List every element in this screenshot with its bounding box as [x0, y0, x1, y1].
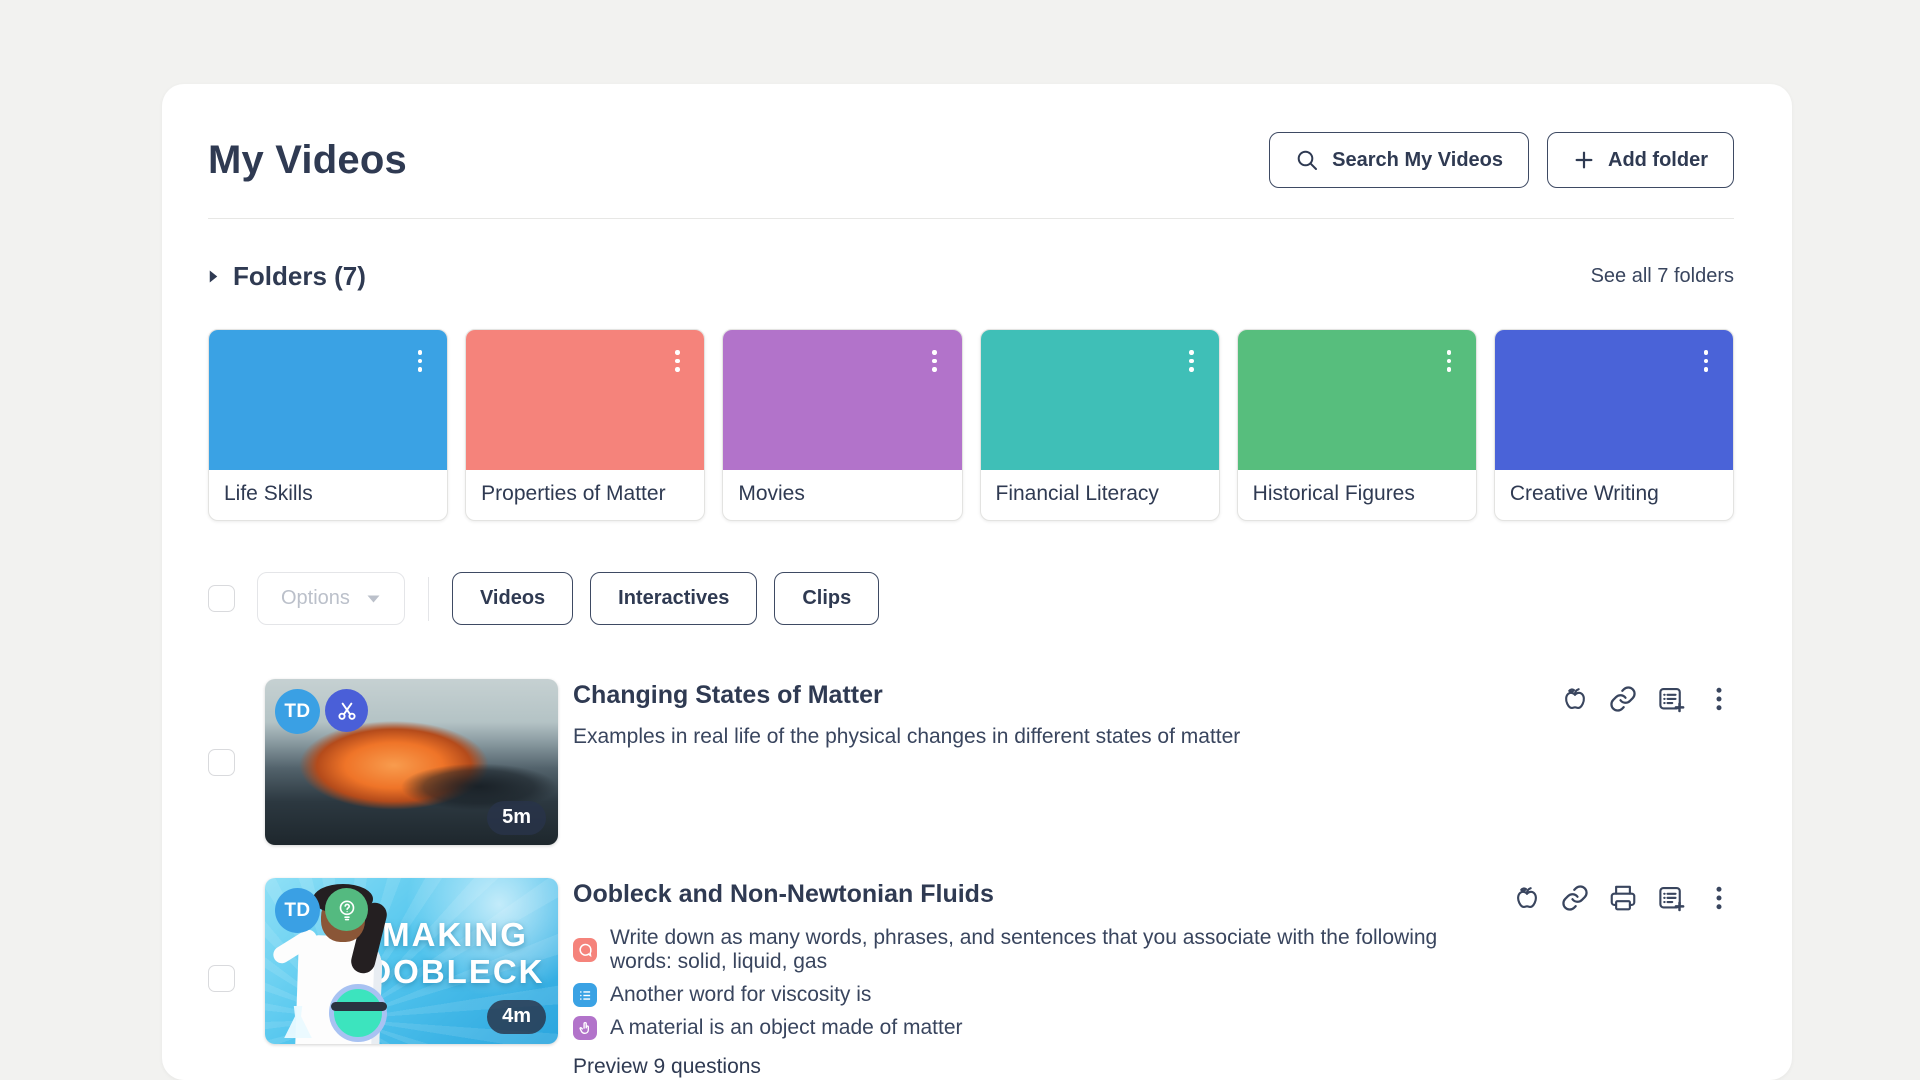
folder-kebab-menu[interactable] — [407, 346, 433, 376]
video-list: TD 5m Changing States of Matter Examples… — [208, 679, 1734, 1080]
folder-name: Creative Writing — [1495, 470, 1733, 520]
folder-color-block — [1238, 330, 1476, 470]
video-title[interactable]: Oobleck and Non-Newtonian Fluids — [573, 880, 1503, 909]
folder-name: Life Skills — [209, 470, 447, 520]
folder-grid: Life Skills Properties of Matter Movies … — [208, 329, 1734, 521]
assign-apple-icon[interactable] — [1512, 883, 1542, 913]
duration-badge: 5m — [487, 801, 546, 835]
video-actions — [1560, 679, 1734, 845]
folder-color-block — [1495, 330, 1733, 470]
copy-link-icon[interactable] — [1560, 883, 1590, 913]
folder-name: Movies — [723, 470, 961, 520]
question-line: A material is an object made of matter — [573, 1016, 1503, 1040]
assign-apple-icon[interactable] — [1560, 684, 1590, 714]
folder-color-block — [981, 330, 1219, 470]
more-options-kebab-icon[interactable] — [1704, 684, 1734, 714]
video-title[interactable]: Changing States of Matter — [573, 681, 1240, 710]
video-thumbnail[interactable]: TD 5m — [265, 679, 558, 845]
question-text: Write down as many words, phrases, and s… — [610, 926, 1503, 974]
add-to-playlist-icon[interactable] — [1656, 883, 1686, 913]
question-line: Write down as many words, phrases, and s… — [573, 926, 1503, 974]
folder-card[interactable]: Properties of Matter — [465, 329, 705, 521]
folder-color-block — [723, 330, 961, 470]
duration-badge: 4m — [487, 1000, 546, 1034]
thumbnail-badges: TD — [275, 689, 368, 734]
folder-kebab-menu[interactable] — [1179, 346, 1205, 376]
owner-initials: TD — [284, 701, 310, 723]
scissors-clip-badge — [325, 689, 368, 732]
add-folder-label: Add folder — [1608, 149, 1708, 172]
print-icon[interactable] — [1608, 883, 1638, 913]
preview-questions-link[interactable]: Preview 9 questions — [573, 1055, 1503, 1079]
tab-clips[interactable]: Clips — [774, 572, 879, 625]
folder-name: Financial Literacy — [981, 470, 1219, 520]
video-thumbnail[interactable]: MAKING OOBLECK TD 4m — [265, 878, 558, 1044]
add-folder-button[interactable]: Add folder — [1547, 132, 1734, 188]
video-actions — [1512, 878, 1734, 1079]
header-divider — [208, 218, 1734, 219]
multiple-choice-question-icon — [573, 983, 597, 1007]
folder-card[interactable]: Life Skills — [208, 329, 448, 521]
see-all-folders-link[interactable]: See all 7 folders — [1591, 265, 1734, 288]
interactive-question-icon — [573, 1016, 597, 1040]
question-text: Another word for viscosity is — [610, 983, 871, 1007]
thumbnail-title-text: MAKING OOBLECK — [360, 916, 550, 991]
folder-color-block — [466, 330, 704, 470]
folders-section-title: Folders (7) — [233, 261, 366, 292]
page-title: My Videos — [208, 138, 407, 183]
video-row: MAKING OOBLECK TD 4m Oobleck and Non-New… — [208, 878, 1734, 1079]
select-video-checkbox[interactable] — [208, 749, 235, 776]
options-label: Options — [281, 587, 350, 610]
folder-kebab-menu[interactable] — [922, 346, 948, 376]
search-my-videos-button[interactable]: Search My Videos — [1269, 132, 1529, 188]
folder-card[interactable]: Creative Writing — [1494, 329, 1734, 521]
header-actions: Search My Videos Add folder — [1269, 132, 1734, 188]
tab-videos[interactable]: Videos — [452, 572, 573, 625]
folder-card[interactable]: Movies — [722, 329, 962, 521]
folders-section-header: Folders (7) See all 7 folders — [208, 261, 1734, 292]
add-to-playlist-icon[interactable] — [1656, 684, 1686, 714]
tab-clips-label: Clips — [802, 587, 851, 610]
folder-card[interactable]: Historical Figures — [1237, 329, 1477, 521]
chevron-down-icon — [366, 594, 381, 604]
owner-initials: TD — [284, 900, 310, 922]
tab-videos-label: Videos — [480, 587, 545, 610]
video-description: Examples in real life of the physical ch… — [573, 725, 1240, 749]
owner-initials-badge: TD — [275, 888, 320, 933]
lightbulb-question-icon — [334, 897, 360, 923]
tab-interactives-label: Interactives — [618, 587, 729, 610]
tab-interactives[interactable]: Interactives — [590, 572, 757, 625]
folder-name: Historical Figures — [1238, 470, 1476, 520]
folder-name: Properties of Matter — [466, 470, 704, 520]
copy-link-icon[interactable] — [1608, 684, 1638, 714]
video-row: TD 5m Changing States of Matter Examples… — [208, 679, 1734, 845]
my-videos-panel: My Videos Search My Videos Add folder Fo… — [162, 84, 1792, 1080]
search-button-label: Search My Videos — [1332, 149, 1503, 172]
folder-color-block — [209, 330, 447, 470]
options-dropdown[interactable]: Options — [257, 572, 405, 625]
plus-icon — [1573, 149, 1595, 171]
select-video-checkbox[interactable] — [208, 965, 235, 992]
toolbar-divider — [428, 577, 429, 621]
page-header: My Videos Search My Videos Add folder — [208, 132, 1734, 188]
scissors-icon — [335, 699, 359, 723]
select-all-checkbox[interactable] — [208, 585, 235, 612]
folder-kebab-menu[interactable] — [664, 346, 690, 376]
owner-initials-badge: TD — [275, 689, 320, 734]
filter-toolbar: Options Videos Interactives Clips — [208, 572, 1734, 625]
search-icon — [1295, 148, 1319, 172]
folder-kebab-menu[interactable] — [1436, 346, 1462, 376]
collapse-caret-icon[interactable] — [208, 269, 219, 284]
folder-kebab-menu[interactable] — [1693, 346, 1719, 376]
question-line: Another word for viscosity is — [573, 983, 1503, 1007]
thumbnail-badges: TD — [275, 888, 368, 933]
question-lightbulb-badge — [325, 888, 368, 931]
open-ended-question-icon — [573, 938, 597, 962]
question-text: A material is an object made of matter — [610, 1016, 963, 1040]
more-options-kebab-icon[interactable] — [1704, 883, 1734, 913]
folder-card[interactable]: Financial Literacy — [980, 329, 1220, 521]
